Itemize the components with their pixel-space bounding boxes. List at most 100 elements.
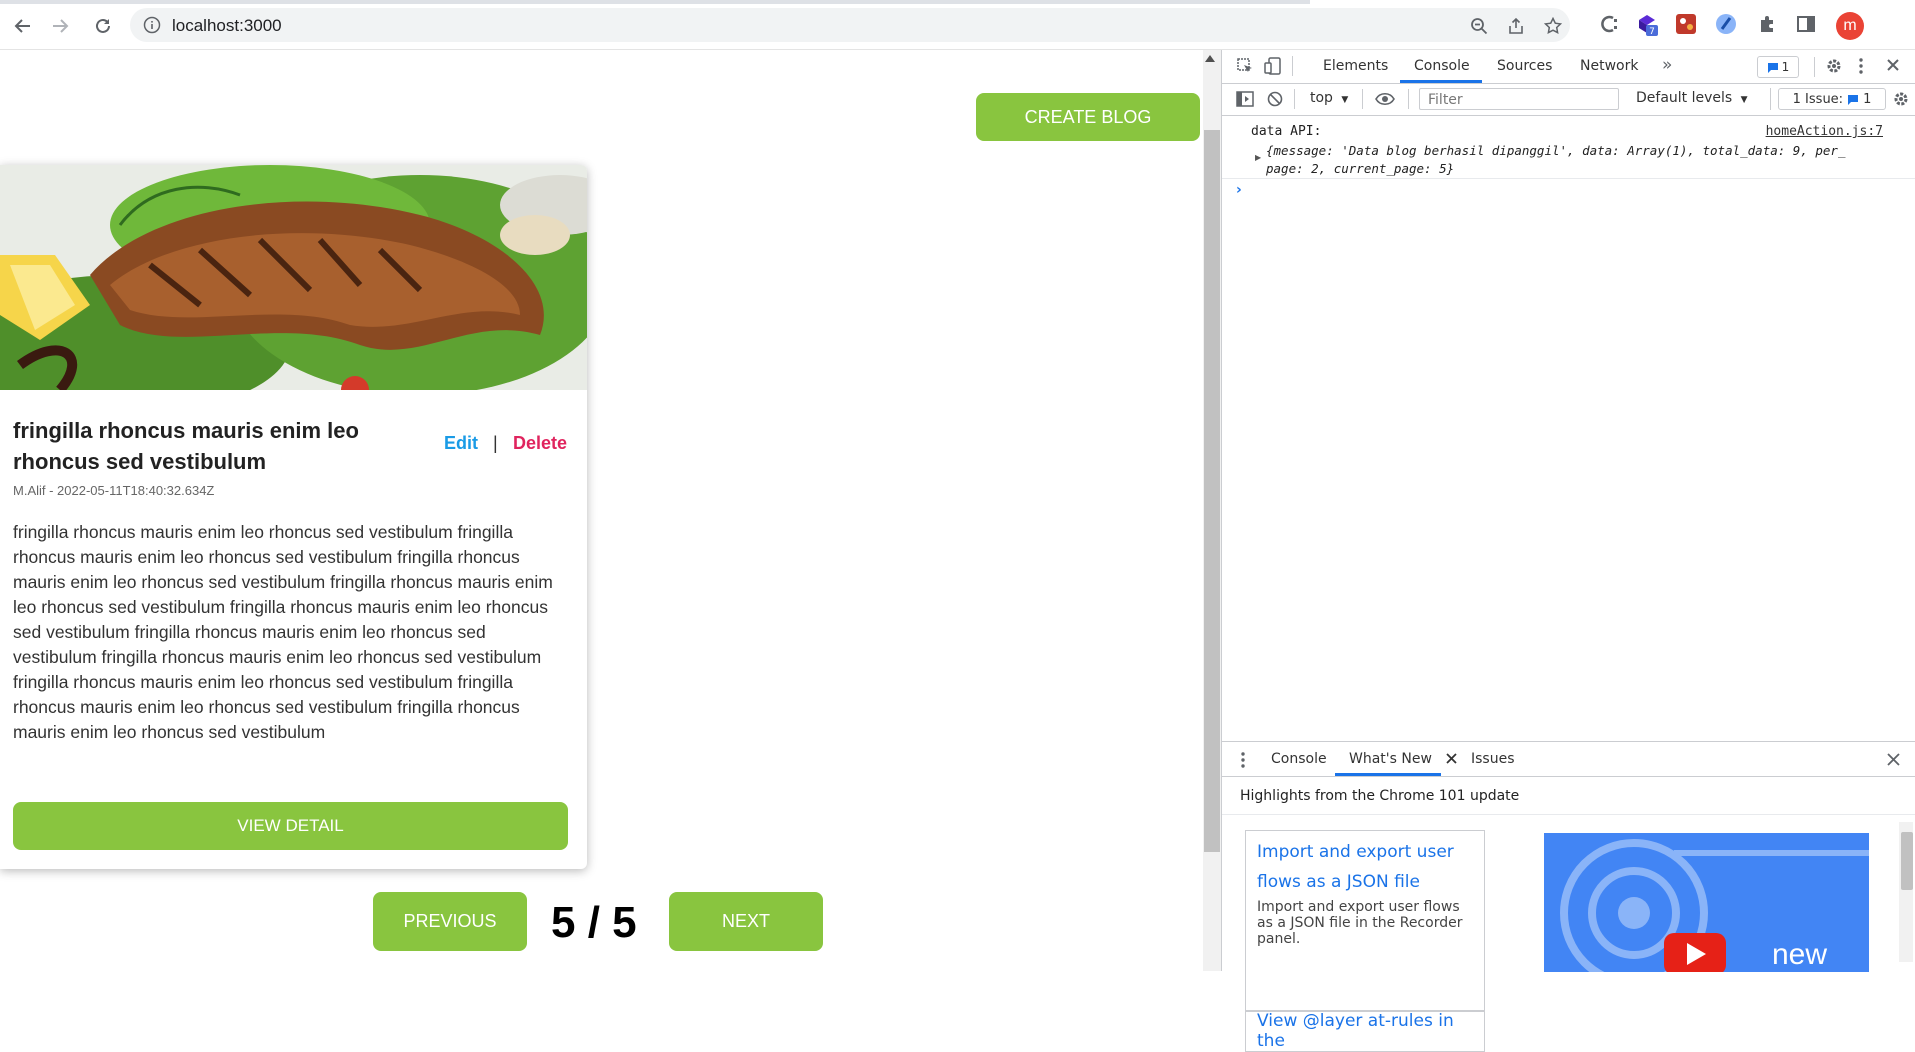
close-drawer-icon[interactable] [1887, 753, 1900, 766]
context-selector[interactable]: top ▼ [1310, 90, 1348, 106]
tab-console[interactable]: Console [1414, 58, 1470, 74]
whats-new-heading: Highlights from the Chrome 101 update [1240, 788, 1520, 804]
view-detail-button[interactable]: VIEW DETAIL [13, 802, 568, 850]
close-devtools-icon[interactable] [1886, 58, 1900, 72]
extension-red-icon[interactable] [1673, 11, 1699, 37]
browser-toolbar: localhost:3000 7 m [0, 0, 1915, 50]
expand-triangle-icon[interactable]: ▶ [1255, 153, 1261, 162]
drawer-kebab-icon[interactable] [1240, 751, 1246, 769]
create-blog-button[interactable]: CREATE BLOG [976, 93, 1200, 141]
active-tab-indicator [1400, 80, 1482, 83]
reload-icon[interactable] [88, 11, 118, 41]
forward-icon[interactable] [45, 11, 75, 41]
zoom-icon[interactable] [1470, 17, 1488, 35]
devtools-tabbar: Elements Console Sources Network » 1 [1222, 50, 1915, 84]
drawer-active-tab-indicator [1335, 773, 1441, 776]
drawer-tab-console[interactable]: Console [1271, 751, 1327, 767]
context-value: top [1310, 90, 1333, 106]
inspect-element-icon[interactable] [1236, 57, 1254, 75]
whats-new-video-thumbnail[interactable]: new [1544, 833, 1869, 972]
blog-meta: M.Alif - 2022-05-11T18:40:32.634Z [13, 483, 215, 498]
console-log-object-line-1: {message: 'Data blog berhasil dipanggil'… [1266, 143, 1846, 158]
settings-gear-icon[interactable] [1825, 57, 1843, 75]
extension-c-icon[interactable] [1596, 11, 1622, 37]
bookmark-star-icon[interactable] [1544, 17, 1562, 35]
profile-avatar[interactable]: m [1836, 12, 1864, 40]
extensions-puzzle-icon[interactable] [1754, 11, 1780, 37]
console-log-object-line-2: page: 2, current_page: 5} [1266, 161, 1455, 176]
drawer-scrollbar-thumb[interactable] [1901, 832, 1913, 890]
extension-blue-icon[interactable] [1713, 11, 1739, 37]
extension-badge: 7 [1649, 27, 1655, 36]
side-panel-icon[interactable] [1793, 11, 1819, 37]
drawer-divider [1222, 814, 1915, 815]
issues-label: 1 Issue: [1792, 91, 1844, 107]
page-scrollbar-thumb[interactable] [1204, 130, 1220, 852]
log-levels-value: Default levels [1636, 90, 1733, 106]
feature-description: Import and export user flows as a JSON f… [1257, 899, 1463, 947]
toolbar-divider [1294, 89, 1295, 109]
console-toolbar: top ▼ Filter Default levels ▼ 1 Issue: 1 [1222, 84, 1915, 116]
next-feature-title-link[interactable]: View @layer at-rules in the [1257, 1011, 1484, 1051]
devtools-panel: Elements Console Sources Network » 1 top [1221, 50, 1915, 1052]
log-divider [1222, 178, 1915, 179]
clear-console-icon[interactable] [1267, 91, 1283, 107]
next-button[interactable]: NEXT [669, 892, 823, 951]
blog-image [0, 165, 587, 390]
chevron-down-icon: ▼ [1341, 95, 1349, 105]
url-text: localhost:3000 [172, 16, 282, 35]
edit-link[interactable]: Edit [444, 433, 478, 454]
share-icon[interactable] [1507, 17, 1525, 35]
device-toolbar-icon[interactable] [1264, 57, 1282, 75]
toolbar-divider-3 [1408, 89, 1409, 109]
page-indicator: 5 / 5 [551, 898, 637, 947]
drawer-tabbar: Console What's New Issues [1222, 742, 1915, 777]
console-filter-input[interactable]: Filter [1419, 88, 1619, 110]
tab-elements[interactable]: Elements [1323, 58, 1388, 74]
console-log-label: data API: [1251, 124, 1322, 139]
message-icon [1848, 94, 1859, 105]
console-settings-gear-icon[interactable] [1892, 90, 1910, 108]
back-icon[interactable] [8, 11, 38, 41]
feature-title-link[interactable]: Import and export user flows as a JSON f… [1257, 837, 1477, 897]
blog-body: fringilla rhoncus mauris enim leo rhoncu… [13, 522, 553, 742]
feature-card[interactable]: Import and export user flows as a JSON f… [1245, 830, 1485, 1012]
blog-card: fringilla rhoncus mauris enim leo rhoncu… [0, 165, 587, 869]
toolbar-divider-2 [1362, 89, 1363, 109]
tab-network[interactable]: Network [1580, 58, 1638, 74]
live-expression-eye-icon[interactable] [1375, 92, 1395, 106]
message-icon [1767, 62, 1778, 73]
issues-badge-count: 1 [1863, 91, 1872, 107]
console-log-object[interactable]: {message: 'Data blog berhasil dipanggil'… [1266, 142, 1896, 178]
site-info-icon[interactable] [143, 16, 161, 34]
drawer-tab-issues[interactable]: Issues [1471, 751, 1515, 767]
tab-divider [1292, 56, 1293, 76]
console-log-source-link[interactable]: homeAction.js:7 [1766, 124, 1883, 139]
console-prompt[interactable]: › [1236, 182, 1242, 198]
web-page: CREATE BLOG fringilla rhoncus mauris eni… [0, 50, 1203, 971]
chevron-down-icon: ▼ [1740, 95, 1748, 105]
feature-card-next[interactable]: View @layer at-rules in the [1245, 1010, 1485, 1052]
delete-link[interactable]: Delete [513, 433, 567, 454]
tab-divider-2 [1814, 57, 1815, 77]
previous-button[interactable]: PREVIOUS [373, 892, 527, 951]
action-separator: | [493, 433, 498, 453]
close-tab-icon[interactable] [1446, 753, 1457, 764]
log-levels-dropdown[interactable]: Default levels ▼ [1636, 90, 1748, 106]
promo-text: new [1772, 938, 1828, 971]
extension-cube-icon[interactable]: 7 [1634, 11, 1660, 37]
more-tabs-icon[interactable]: » [1662, 55, 1672, 75]
drawer-tab-whats-new[interactable]: What's New [1349, 751, 1432, 767]
sidebar-toggle-icon[interactable] [1236, 91, 1254, 107]
blog-title: fringilla rhoncus mauris enim leo rhoncu… [13, 418, 359, 474]
issues-button[interactable]: 1 Issue: 1 [1778, 88, 1886, 110]
toolbar-divider-4 [1770, 88, 1771, 110]
issues-count: 1 [1781, 60, 1790, 74]
devtools-drawer: Console What's New Issues Highlights fro… [1222, 741, 1915, 1052]
tab-strip-edge [0, 0, 1310, 4]
issues-counter[interactable]: 1 [1757, 56, 1799, 78]
kebab-menu-icon[interactable] [1858, 57, 1864, 75]
scroll-up-arrow-icon[interactable] [1205, 55, 1215, 62]
tab-sources[interactable]: Sources [1497, 58, 1552, 74]
address-bar[interactable]: localhost:3000 [130, 8, 1570, 42]
